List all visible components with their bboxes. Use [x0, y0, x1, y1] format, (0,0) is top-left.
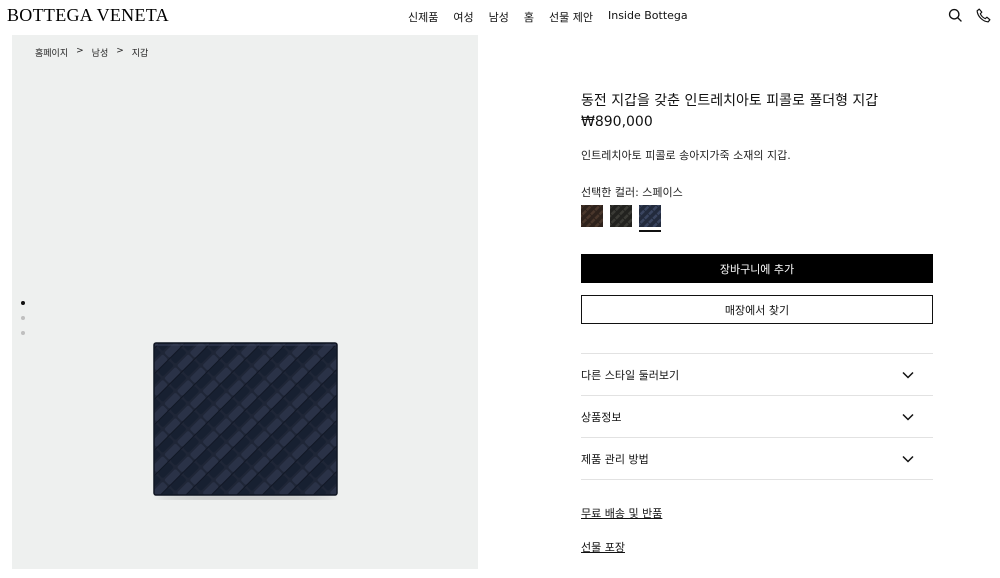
gallery-dot-3[interactable] — [21, 331, 25, 335]
chevron-down-icon — [902, 413, 914, 421]
shipping-returns-link[interactable]: 무료 배송 및 반품 — [581, 505, 662, 521]
add-to-cart-button[interactable]: 장바구니에 추가 — [581, 254, 933, 283]
selected-color-label: 선택한 컬러: 스페이스 — [581, 186, 683, 199]
accordion-product-info[interactable]: 상품정보 — [581, 396, 933, 438]
find-in-store-button[interactable]: 매장에서 찾기 — [581, 295, 933, 324]
nav-item-new[interactable]: 신제품 — [408, 9, 438, 25]
gallery-dot-1[interactable] — [21, 301, 25, 305]
breadcrumb-separator: > — [76, 46, 84, 56]
nav-item-gifts[interactable]: 선물 제안 — [549, 9, 593, 25]
color-swatches — [581, 205, 661, 232]
product-description: 인트레치아토 피콜로 송아지가죽 소재의 지갑. — [581, 149, 791, 162]
color-swatch-2[interactable] — [610, 205, 632, 227]
breadcrumb-wallets[interactable]: 지갑 — [132, 46, 149, 59]
breadcrumb-men[interactable]: 남성 — [92, 46, 109, 59]
gallery-dot-2[interactable] — [21, 316, 25, 320]
accordion-label: 제품 관리 방법 — [581, 452, 649, 466]
phone-icon[interactable] — [975, 7, 992, 24]
color-swatch-3-selected[interactable] — [639, 205, 661, 232]
brand-logo[interactable]: BOTTEGA VENETA — [7, 5, 169, 26]
accordion-label: 다른 스타일 둘러보기 — [581, 368, 680, 382]
nav-item-women[interactable]: 여성 — [453, 9, 473, 25]
accordion-care[interactable]: 제품 관리 방법 — [581, 438, 933, 480]
product-gallery: 홈페이지 > 남성 > 지갑 — [12, 35, 478, 569]
breadcrumb-home[interactable]: 홈페이지 — [35, 46, 68, 59]
gift-wrap-link[interactable]: 선물 포장 — [581, 539, 625, 555]
accordion-other-styles[interactable]: 다른 스타일 둘러보기 — [581, 354, 933, 396]
chevron-down-icon — [902, 371, 914, 379]
product-accordion: 다른 스타일 둘러보기 상품정보 제품 관리 방법 — [581, 353, 933, 480]
product-image — [150, 340, 340, 502]
chevron-down-icon — [902, 455, 914, 463]
main-nav: 신제품 여성 남성 홈 선물 제안 Inside Bottega — [408, 9, 688, 25]
header-icons — [947, 7, 992, 24]
search-icon[interactable] — [947, 7, 964, 24]
site-header: BOTTEGA VENETA 신제품 여성 남성 홈 선물 제안 Inside … — [0, 0, 1000, 32]
breadcrumb-separator: > — [116, 46, 124, 56]
wallet-image — [153, 342, 338, 502]
product-title: 동전 지갑을 갖춘 인트레치아토 피콜로 폴더형 지갑 — [581, 93, 879, 109]
accordion-label: 상품정보 — [581, 410, 622, 424]
product-price: ₩890,000 — [581, 114, 653, 130]
color-swatch-1[interactable] — [581, 205, 603, 227]
nav-item-home[interactable]: 홈 — [524, 9, 534, 25]
nav-item-inside-bottega[interactable]: Inside Bottega — [608, 9, 688, 25]
breadcrumb: 홈페이지 > 남성 > 지갑 — [35, 46, 148, 59]
gallery-pagination — [21, 301, 25, 335]
nav-item-men[interactable]: 남성 — [489, 9, 509, 25]
